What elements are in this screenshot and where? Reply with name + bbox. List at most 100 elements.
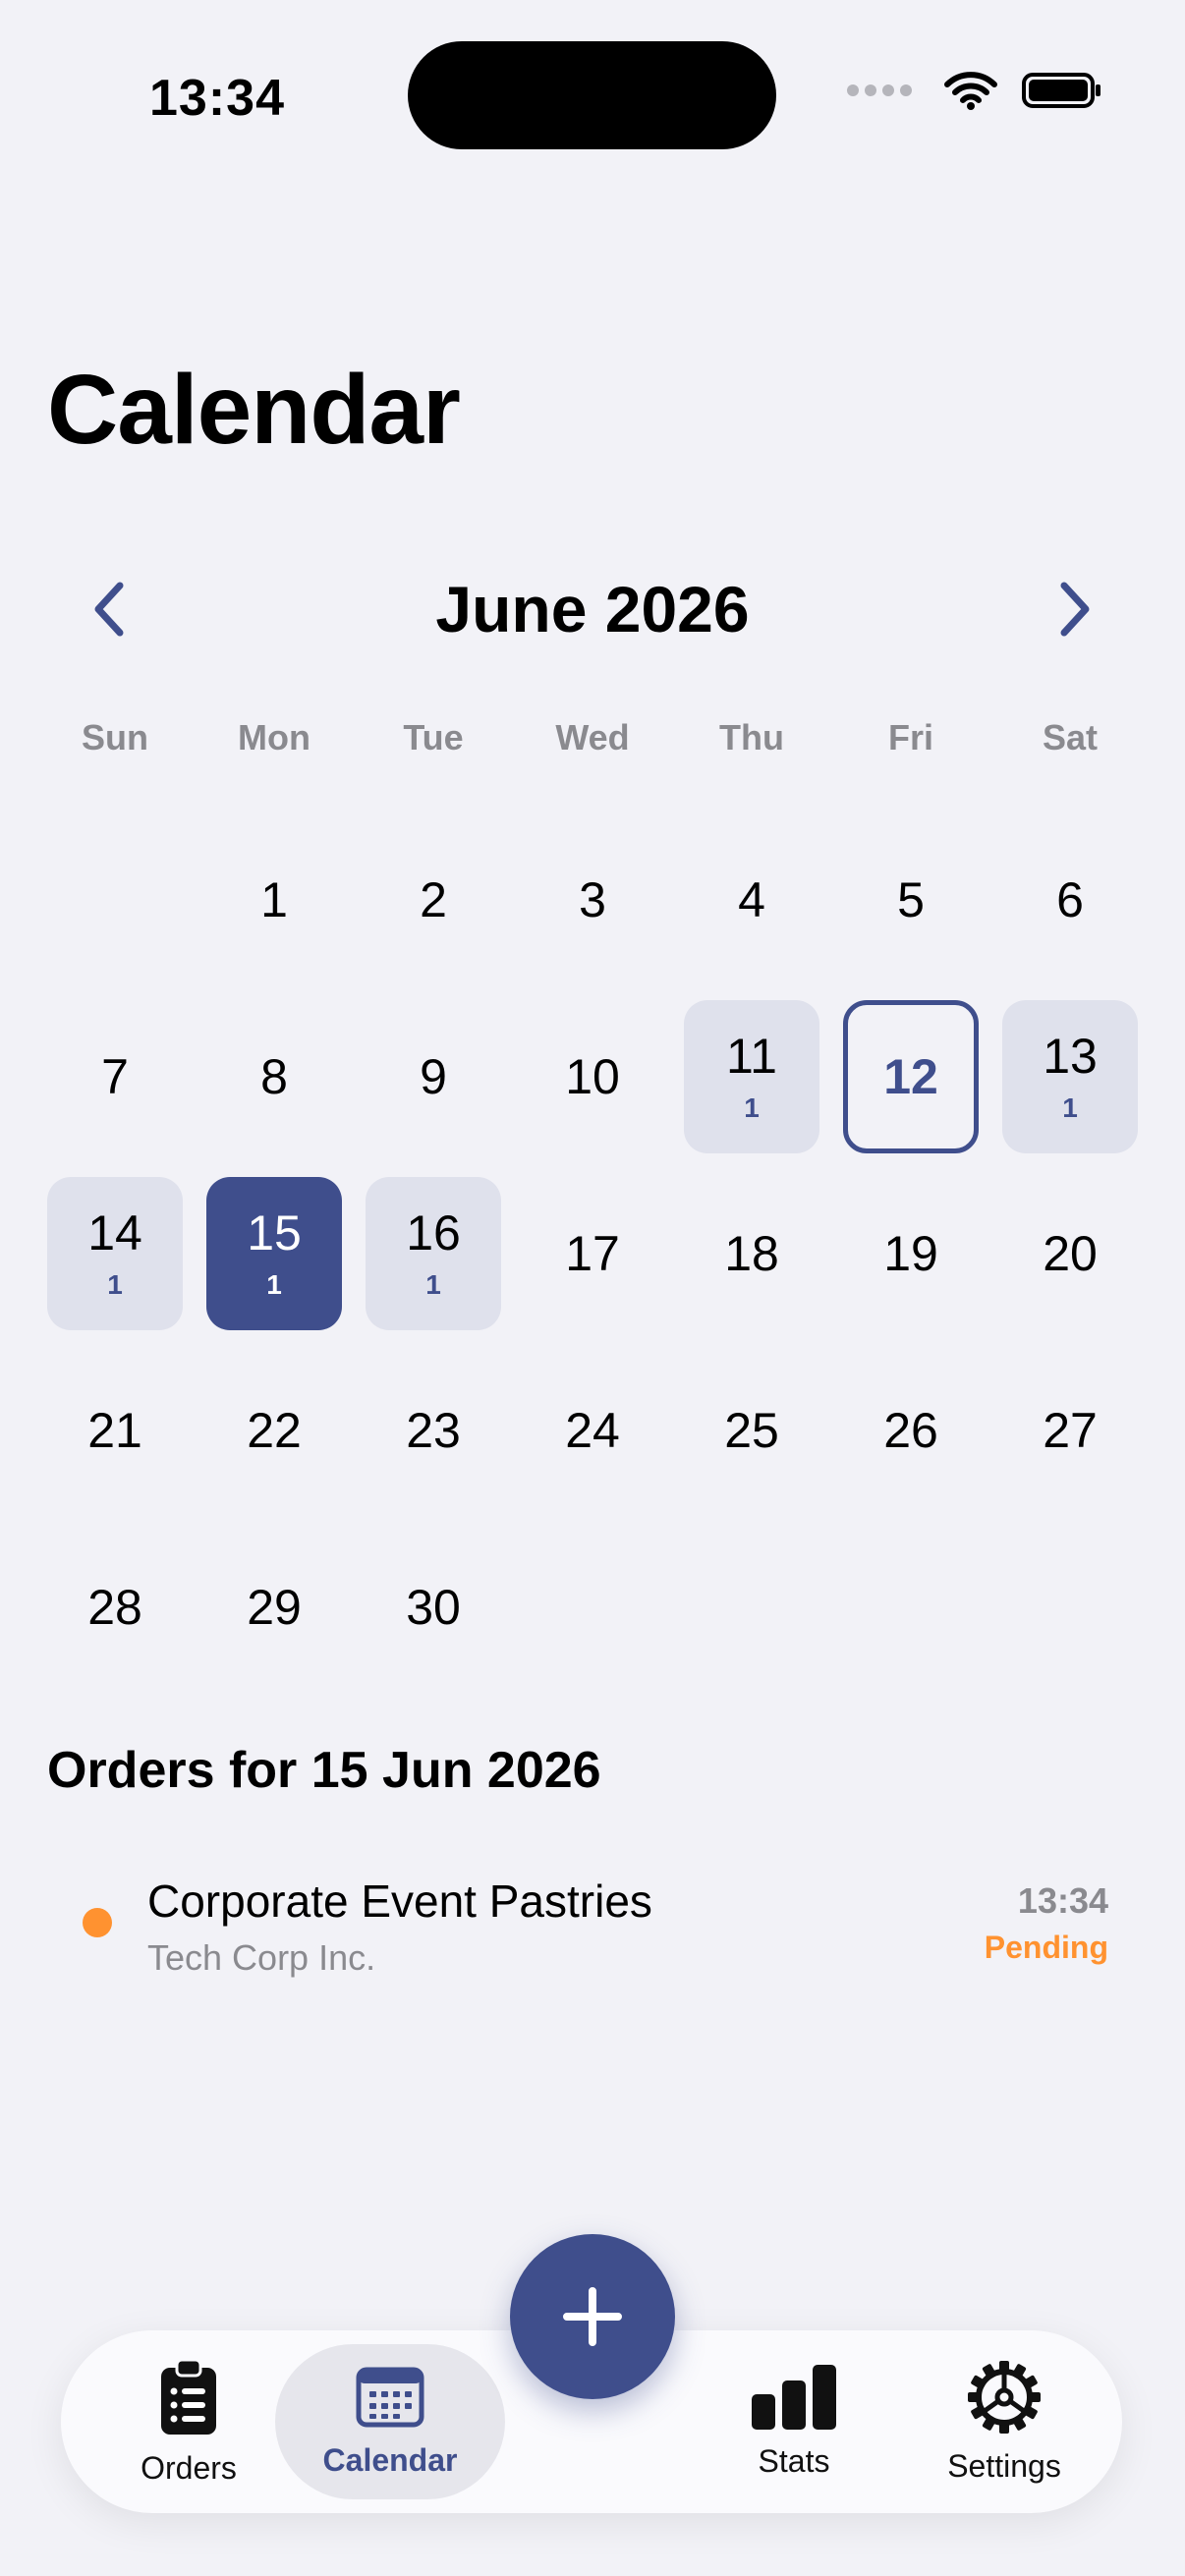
day-number: 13	[1043, 1029, 1098, 1084]
day-number: 22	[247, 1403, 302, 1458]
calendar-day-tile: 4	[684, 823, 819, 977]
day-number: 21	[87, 1403, 142, 1458]
calendar-day[interactable]: 3	[513, 812, 672, 988]
tab-label: Orders	[141, 2449, 237, 2486]
day-number: 20	[1043, 1226, 1098, 1281]
calendar-day[interactable]: 13 1	[990, 988, 1150, 1165]
day-number: 19	[883, 1226, 938, 1281]
tab-settings[interactable]: Settings	[906, 2330, 1102, 2513]
calendar-day[interactable]: 2	[354, 812, 513, 988]
calendar-day[interactable]: 1	[195, 812, 354, 988]
calendar-day[interactable]: 10	[513, 988, 672, 1165]
calendar-day[interactable]: 19	[831, 1165, 990, 1342]
weekday-label: Sat	[1042, 717, 1099, 757]
day-number: 30	[406, 1580, 461, 1635]
day-number: 6	[1056, 872, 1084, 927]
calendar-day[interactable]: 15 1	[195, 1165, 354, 1342]
battery-icon	[1022, 73, 1100, 108]
order-status: Pending	[984, 1930, 1108, 1965]
order-time: 13:34	[1017, 1880, 1108, 1921]
calendar-empty-cell	[35, 812, 195, 988]
calendar-day[interactable]: 8	[195, 988, 354, 1165]
calendar-day[interactable]: 23	[354, 1342, 513, 1519]
day-number: 17	[565, 1226, 620, 1281]
tab-stats[interactable]: Stats	[705, 2330, 882, 2513]
day-order-count: 1	[1062, 1092, 1078, 1123]
day-number: 29	[247, 1580, 302, 1635]
calendar-day-tile: 5	[843, 823, 979, 977]
weekday-label: Thu	[719, 717, 784, 757]
day-number: 15	[247, 1205, 302, 1260]
chevron-right-icon	[1060, 582, 1090, 637]
day-number: 7	[101, 1049, 129, 1104]
day-number: 16	[406, 1205, 461, 1260]
tab-label: Calendar	[322, 2441, 458, 2478]
calendar-day[interactable]: 14 1	[35, 1165, 195, 1342]
weekday-label: Tue	[403, 717, 464, 757]
calendar-day-tile: 17	[525, 1177, 660, 1330]
calendar-day[interactable]: 9	[354, 988, 513, 1165]
wifi-icon	[944, 72, 997, 110]
calendar-day[interactable]: 21	[35, 1342, 195, 1519]
calendar-day[interactable]: 11 1	[672, 988, 831, 1165]
calendar-day[interactable]: 20	[990, 1165, 1150, 1342]
signal-icon	[847, 84, 912, 96]
calendar-day-tile: 24	[525, 1354, 660, 1507]
dynamic-island	[408, 41, 776, 149]
day-number: 1	[260, 872, 288, 927]
weekday-label: Fri	[887, 717, 933, 757]
day-order-count: 1	[266, 1269, 282, 1300]
calendar-day-tile: 25	[684, 1354, 819, 1507]
calendar-day[interactable]: 6	[990, 812, 1150, 988]
tab-calendar[interactable]: Calendar	[275, 2344, 505, 2499]
status-time: 13:34	[149, 70, 285, 127]
calendar-day[interactable]: 24	[513, 1342, 672, 1519]
calendar-day[interactable]: 7	[35, 988, 195, 1165]
calendar-day-tile: 30	[366, 1531, 501, 1684]
calendar-day-tile: 22	[206, 1354, 342, 1507]
day-number: 10	[565, 1049, 620, 1104]
day-number: 9	[420, 1049, 447, 1104]
tab-label: Settings	[947, 2447, 1061, 2484]
calendar-day-tile: 14 1	[47, 1177, 183, 1330]
calendar-day[interactable]: 22	[195, 1342, 354, 1519]
day-number: 25	[724, 1403, 779, 1458]
calendar-day[interactable]: 18	[672, 1165, 831, 1342]
day-number: 5	[897, 872, 925, 927]
calendar-day[interactable]: 25	[672, 1342, 831, 1519]
day-number: 18	[724, 1226, 779, 1281]
day-number: 23	[406, 1403, 461, 1458]
calendar-day-tile: 9	[366, 1000, 501, 1153]
calendar-day[interactable]: 29	[195, 1519, 354, 1696]
day-number: 3	[579, 872, 606, 927]
day-number: 24	[565, 1403, 620, 1458]
calendar-day-tile: 13 1	[1002, 1000, 1138, 1153]
plus-icon	[563, 2287, 622, 2346]
calendar-day-tile: 7	[47, 1000, 183, 1153]
tab-orders[interactable]: Orders	[100, 2330, 277, 2513]
calendar-day-tile: 19	[843, 1177, 979, 1330]
calendar-day-tile: 2	[366, 823, 501, 977]
calendar-day-tile: 23	[366, 1354, 501, 1507]
calendar-day[interactable]: 30	[354, 1519, 513, 1696]
day-order-count: 1	[107, 1269, 123, 1300]
calendar-day-tile: 21	[47, 1354, 183, 1507]
calendar-day[interactable]: 5	[831, 812, 990, 988]
next-month-button[interactable]	[1037, 570, 1115, 648]
day-number: 4	[738, 872, 765, 927]
day-number: 26	[883, 1403, 938, 1458]
calendar-day[interactable]: 28	[35, 1519, 195, 1696]
calendar-day-tile: 12	[843, 1000, 979, 1153]
calendar-day[interactable]: 4	[672, 812, 831, 988]
add-order-button[interactable]	[510, 2234, 675, 2399]
calendar-day[interactable]: 12	[831, 988, 990, 1165]
calendar-day[interactable]: 26	[831, 1342, 990, 1519]
calendar-day[interactable]: 16 1	[354, 1165, 513, 1342]
weekday-label: Sun	[82, 717, 148, 757]
calendar-grid: 1 2 3 4 5 6 7 8 9 10 11 1 12 13 1 14 1 15 1 16 1 17 18 19 20 21 22…	[35, 812, 1150, 1696]
calendar-day[interactable]: 17	[513, 1165, 672, 1342]
calendar-day-tile: 16 1	[366, 1177, 501, 1330]
day-order-count: 1	[744, 1092, 760, 1123]
calendar-day[interactable]: 27	[990, 1342, 1150, 1519]
order-list-item[interactable]: Corporate Event Pastries Tech Corp Inc. …	[47, 1867, 1108, 1985]
